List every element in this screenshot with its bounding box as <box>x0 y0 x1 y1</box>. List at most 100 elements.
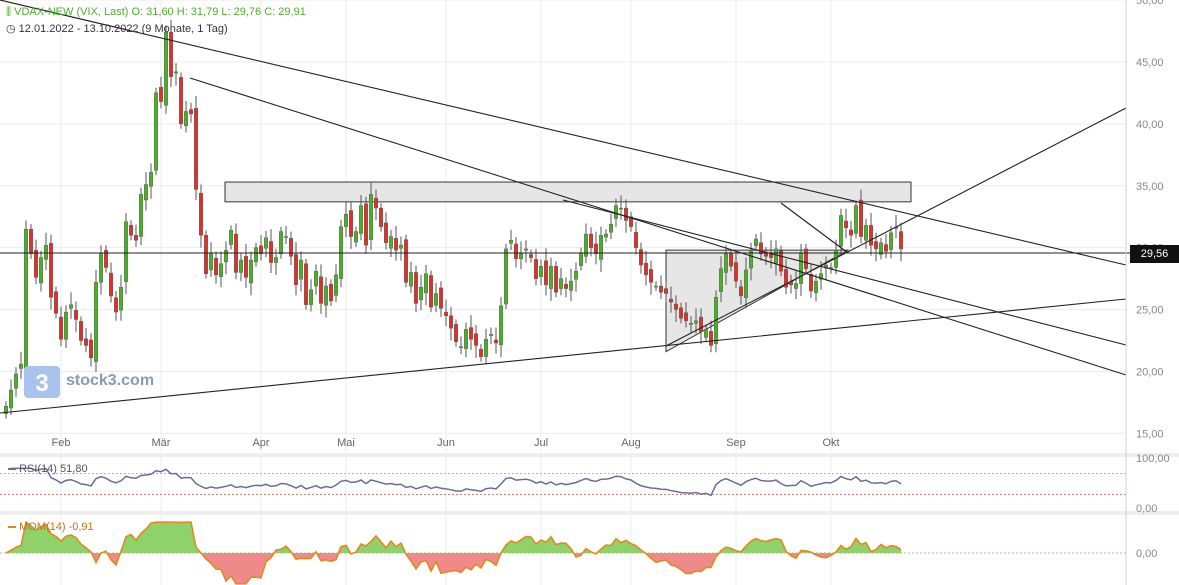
x-tick-label: Sep <box>726 437 746 449</box>
mom-area <box>66 534 71 553</box>
candle-body <box>108 272 113 297</box>
chart-header: ⫼ VDAX-NEW (VIX, Last) O: 31,60 H: 31,79… <box>6 6 306 19</box>
candle-body <box>279 231 284 255</box>
candle-body <box>434 293 439 306</box>
close-value: C: 29,91 <box>264 6 306 18</box>
candle-body <box>549 266 554 289</box>
candle-body <box>63 311 68 340</box>
candle-body <box>133 235 138 241</box>
candle-body <box>138 194 143 237</box>
date-range-row: ◷ 12.01.2022 - 13.10.2022 (9 Monate, 1 T… <box>6 22 228 35</box>
mom-area <box>241 553 246 584</box>
grid-lines <box>0 0 1126 585</box>
candle-body <box>479 349 484 357</box>
candle-body <box>609 223 614 233</box>
candle-body <box>539 266 544 277</box>
mom-area <box>186 522 191 553</box>
candle-body <box>93 282 98 362</box>
candle-body <box>889 232 894 250</box>
candle-body <box>499 305 504 346</box>
candle-body <box>624 207 629 221</box>
candle-body <box>644 262 649 276</box>
candle-body <box>374 197 379 209</box>
mom-area <box>166 522 171 553</box>
candle-body <box>253 247 258 263</box>
candle-body <box>794 283 799 289</box>
candle-body <box>13 373 18 389</box>
panel-divider <box>0 511 1179 515</box>
interval: (9 Monate, 1 Tag) <box>141 23 228 35</box>
candle-body <box>49 243 54 298</box>
candle-body <box>569 280 574 291</box>
candle-body <box>454 324 459 342</box>
candle-body <box>579 252 584 266</box>
mom-area <box>126 534 131 553</box>
candle-body <box>449 315 454 329</box>
candle-body <box>173 71 178 74</box>
mom-area <box>696 553 701 572</box>
candle-body <box>289 238 294 257</box>
candles <box>3 19 904 419</box>
logo-mark: 3 <box>35 370 48 397</box>
candle-body <box>359 205 364 234</box>
mom-area <box>561 543 566 553</box>
y-axis: 15,0020,0025,0030,0035,0040,0045,0050,00… <box>1125 0 1170 585</box>
candle-body <box>319 276 324 304</box>
candle-body <box>659 285 664 293</box>
mom-area <box>441 553 446 574</box>
mom-value: -0,91 <box>68 521 94 533</box>
mom-panel <box>0 520 1126 585</box>
candle-body <box>384 222 389 243</box>
candle-body <box>484 339 489 357</box>
instrument-name: VDAX-NEW (VIX, Last) <box>14 6 129 18</box>
candle-body <box>73 310 78 320</box>
candle-body <box>349 210 354 237</box>
candle-body <box>34 249 39 278</box>
candle-body <box>869 225 874 246</box>
mom-label: MOM(14) -0,91 <box>8 521 94 533</box>
x-tick-label: Apr <box>252 437 269 449</box>
candle-body <box>344 214 349 227</box>
candle-body <box>264 237 269 249</box>
candle-body <box>464 329 469 349</box>
candle-body <box>394 238 399 251</box>
high-value: H: 31,79 <box>176 6 219 18</box>
candle-body <box>88 339 93 359</box>
candle-body <box>364 203 369 246</box>
candle-body <box>814 280 819 294</box>
candle-body <box>213 257 218 276</box>
candle-body <box>178 77 183 125</box>
date-range: 12.01.2022 - 13.10.2022 <box>18 23 139 35</box>
candle-body <box>764 253 769 257</box>
y-tick-label: 35,00 <box>1136 181 1164 193</box>
candle-body <box>509 240 514 244</box>
candle-body <box>684 312 689 321</box>
candle-body <box>8 389 13 409</box>
candle-body <box>113 297 118 313</box>
candle-body <box>809 274 814 292</box>
candle-body <box>419 287 424 300</box>
candle-body <box>228 230 233 245</box>
mom-area <box>526 536 531 553</box>
candle-body <box>269 241 274 263</box>
candle-body <box>153 92 158 171</box>
clock-icon: ◷ <box>6 23 16 35</box>
mom-area <box>156 522 161 553</box>
candle-body <box>354 231 359 243</box>
candle-body <box>799 252 804 284</box>
candle-body <box>409 272 414 287</box>
candle-body <box>694 320 699 324</box>
candle-body <box>123 221 128 282</box>
candle-body <box>143 184 148 201</box>
x-tick-label: Jul <box>534 437 548 449</box>
candle-body <box>689 323 694 325</box>
candle-body <box>699 316 704 333</box>
x-axis: Feb Mär Apr Mai Jun Jul Aug Sep Okt <box>52 437 840 449</box>
candle-body <box>704 329 709 338</box>
rsi-tick-label: 100,00 <box>1136 453 1170 465</box>
candle-body <box>444 311 449 316</box>
last-price-tag: 29,56 <box>1130 245 1179 263</box>
panel-separators <box>0 453 1179 515</box>
candle-body <box>839 215 844 247</box>
candle-body <box>379 207 384 227</box>
